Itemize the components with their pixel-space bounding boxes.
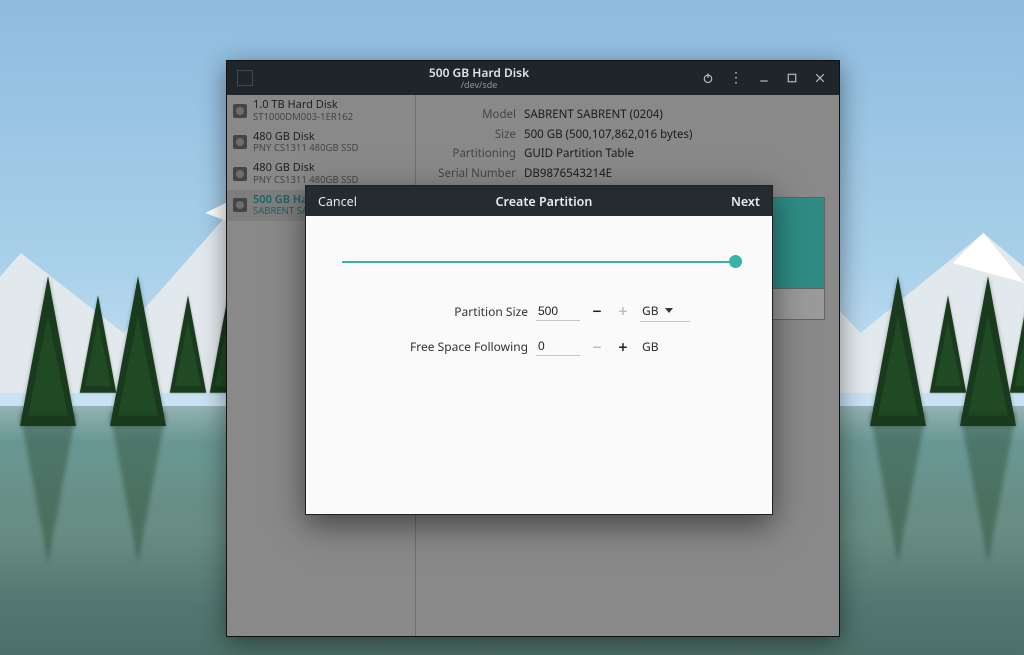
desktop-wallpaper: 500 GB Hard Disk /dev/sde ⋮ xyxy=(0,0,1024,655)
label-model: Model xyxy=(426,105,516,125)
disk-icon xyxy=(233,135,247,149)
size-increment-button[interactable]: + xyxy=(614,302,632,320)
free-unit-value: GB xyxy=(642,338,659,355)
kebab-menu-icon[interactable]: ⋮ xyxy=(729,71,743,85)
dialog-title: Create Partition xyxy=(357,193,731,210)
value-size: 500 GB (500,107,862,016 bytes) xyxy=(524,125,693,145)
dialog-titlebar: Cancel Create Partition Next xyxy=(306,186,772,216)
disk-icon xyxy=(233,104,247,118)
partition-size-slider[interactable] xyxy=(342,252,736,272)
free-decrement-button[interactable]: − xyxy=(588,338,606,356)
minimize-icon[interactable] xyxy=(757,71,771,85)
create-partition-dialog: Cancel Create Partition Next Partition S… xyxy=(305,185,773,515)
label-partition-size: Partition Size xyxy=(388,303,528,320)
slider-thumb[interactable] xyxy=(729,255,742,268)
value-model: SABRENT SABRENT (0204) xyxy=(524,105,663,125)
window-subtitle: /dev/sde xyxy=(257,80,701,90)
size-decrement-button[interactable]: − xyxy=(588,302,606,320)
free-unit-label: GB xyxy=(640,336,690,357)
device-sub: ST1000DM003-1ER162 xyxy=(253,112,353,123)
disk-icon xyxy=(233,198,247,212)
device-item[interactable]: 1.0 TB Hard Disk ST1000DM003-1ER162 xyxy=(227,95,415,127)
label-partitioning: Partitioning xyxy=(426,144,516,164)
value-partitioning: GUID Partition Table xyxy=(524,144,634,164)
label-free-space: Free Space Following xyxy=(388,338,528,355)
close-icon[interactable] xyxy=(813,71,827,85)
value-serial: DB9876543214E xyxy=(524,164,612,184)
device-item[interactable]: 480 GB Disk PNY CS1311 480GB SSD xyxy=(227,127,415,159)
disk-icon xyxy=(233,167,247,181)
label-serial: Serial Number xyxy=(426,164,516,184)
free-increment-button[interactable]: + xyxy=(614,338,632,356)
next-button[interactable]: Next xyxy=(731,193,760,210)
app-menu-icon[interactable] xyxy=(237,70,253,86)
size-unit-value: GB xyxy=(642,302,659,319)
label-size: Size xyxy=(426,125,516,145)
chevron-down-icon xyxy=(665,308,673,313)
size-unit-select[interactable]: GB xyxy=(640,300,690,322)
power-icon[interactable] xyxy=(701,71,715,85)
cancel-button[interactable]: Cancel xyxy=(318,193,357,210)
free-space-input[interactable] xyxy=(536,337,580,356)
device-sub: PNY CS1311 480GB SSD xyxy=(253,143,358,154)
maximize-icon[interactable] xyxy=(785,71,799,85)
partition-size-input[interactable] xyxy=(536,302,580,321)
window-titlebar: 500 GB Hard Disk /dev/sde ⋮ xyxy=(227,61,839,95)
